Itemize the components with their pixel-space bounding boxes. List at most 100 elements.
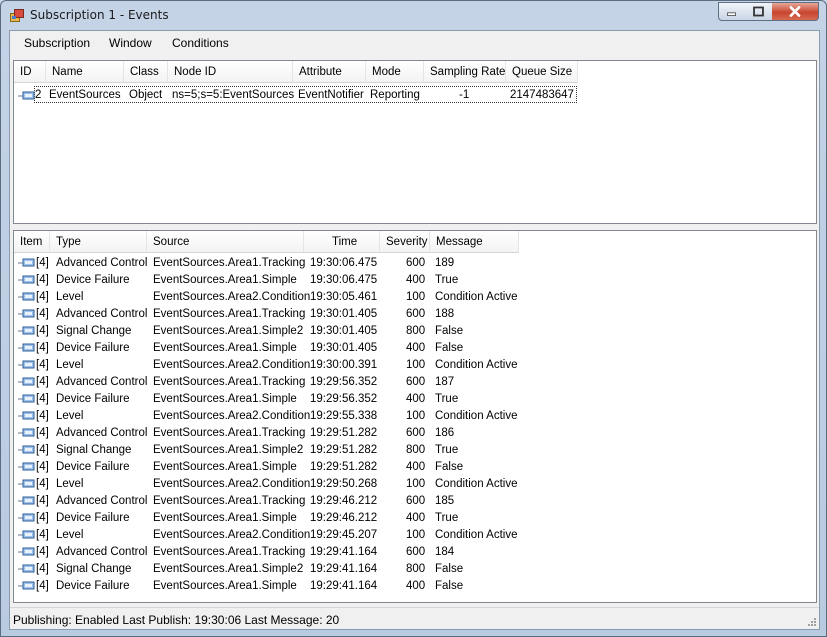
cell-item: [4] [36,580,49,592]
event-row[interactable]: [4] Signal Change EventSources.Area1.Simpl… [14,323,804,340]
cell-type: Advanced Control [56,495,148,507]
event-row[interactable]: [4] Device Failure EventSources.Area1.Simp… [14,391,804,408]
col-message[interactable]: Message [430,231,519,253]
events-list[interactable]: Item Type Source Time Severity Message [… [13,230,817,603]
cell-type: Signal Change [56,444,132,456]
cell-source: EventSources.Area2.Condition [153,359,311,371]
col-time[interactable]: Time [304,231,380,253]
window: Subscription 1 - Events Subscription Win… [0,0,827,637]
event-item-icon [18,343,35,352]
monitored-item-row[interactable]: 2 EventSources Object ns=5;s=5:EventSour… [34,86,577,103]
event-item-icon [18,360,35,369]
event-row[interactable]: [4] Level EventSources.Area2.Condition 19:3… [14,357,804,374]
cell-message: 189 [435,257,455,269]
cell-item: [4] [36,546,49,558]
monitored-items-list[interactable]: ID Name Class Node ID Attribute Mode Sam… [13,60,817,224]
cell-type: Signal Change [56,325,132,337]
cell-item: [4] [36,512,49,524]
event-item-icon [18,547,35,556]
event-row[interactable]: [4] Advanced Control EventSources.Area1.Tr… [14,306,804,323]
cell-message: False [435,342,464,354]
event-row[interactable]: [4] Advanced Control EventSources.Area1.Tr… [14,374,804,391]
cell-severity: 100 [406,478,426,490]
cell-time: 19:29:51.282 [310,444,378,456]
col-mode[interactable]: Mode [366,61,424,83]
col-source[interactable]: Source [147,231,304,253]
cell-message: 184 [435,546,455,558]
event-row[interactable]: [4] Level EventSources.Area2.Condition 19:3… [14,289,804,306]
event-row[interactable]: [4] Device Failure EventSources.Area1.Simp… [14,510,804,527]
cell-item: [4] [36,291,49,303]
cell-severity: 400 [406,393,426,405]
cell-item: [4] [36,444,49,456]
col-attribute[interactable]: Attribute [293,61,366,83]
event-row[interactable]: [4] Signal Change EventSources.Area1.Simpl… [14,442,804,459]
resize-grip-icon[interactable] [806,616,816,626]
maximize-button[interactable] [745,2,773,21]
event-row[interactable]: [4] Signal Change EventSources.Area1.Simpl… [14,561,804,578]
cell-message: True [435,274,459,286]
event-item-icon [18,411,35,420]
event-row[interactable]: [4] Advanced Control EventSources.Area1.Tr… [14,493,804,510]
event-item-icon [18,258,35,267]
cell-source: EventSources.Area1.Simple [153,342,297,354]
close-button[interactable] [772,2,819,21]
event-row[interactable]: [4] Device Failure EventSources.Area1.Simp… [14,459,804,476]
client-area: Subscription Window Conditions ID Name C… [9,30,820,630]
col-class[interactable]: Class [124,61,168,83]
cell-time: 19:29:55.338 [310,410,378,422]
cell-time: 19:29:41.164 [310,563,378,575]
event-item-icon [18,377,35,386]
cell-type: Advanced Control [56,427,148,439]
event-row[interactable]: [4] Advanced Control EventSources.Area1.Tr… [14,425,804,442]
col-id[interactable]: ID [14,61,46,83]
cell-item: [4] [36,342,49,354]
cell-time: 19:29:51.282 [310,461,378,473]
col-name[interactable]: Name [46,61,124,83]
cell-mode: Reporting [370,89,420,101]
col-item[interactable]: Item [14,231,50,253]
cell-type: Device Failure [56,393,130,405]
col-queue-size[interactable]: Queue Size [506,61,578,83]
menu-window[interactable]: Window [107,36,154,50]
cell-severity: 100 [406,359,426,371]
title-bar[interactable]: Subscription 1 - Events [1,1,826,29]
cell-item: [4] [36,410,49,422]
cell-time: 19:29:50.268 [310,478,378,490]
event-row[interactable]: [4] Device Failure EventSources.Area1.Simp… [14,272,804,289]
maximize-icon [753,6,764,17]
cell-type: Device Failure [56,580,130,592]
event-row[interactable]: [4] Advanced Control EventSources.Area1.Tr… [14,255,804,272]
minimize-icon [727,12,736,16]
cell-item: [4] [36,461,49,473]
menu-subscription[interactable]: Subscription [22,36,92,50]
event-row[interactable]: [4] Level EventSources.Area2.Condition 19:2… [14,476,804,493]
col-sampling-rate[interactable]: Sampling Rate [424,61,506,83]
cell-source: EventSources.Area1.Simple [153,580,297,592]
event-row[interactable]: [4] Device Failure EventSources.Area1.Simp… [14,340,804,357]
cell-severity: 600 [406,427,426,439]
cell-queue-size: 2147483647 [510,89,574,101]
event-row[interactable]: [4] Level EventSources.Area2.Condition 19:2… [14,408,804,425]
event-item-icon [18,428,35,437]
cell-attribute: EventNotifier [298,89,364,101]
menu-conditions[interactable]: Conditions [170,36,231,50]
event-row[interactable]: [4] Device Failure EventSources.Area1.Simp… [14,578,804,595]
cell-source: EventSources.Area1.Tracking [153,376,306,388]
event-item-icon [18,581,35,590]
cell-type: Device Failure [56,274,130,286]
col-node-id[interactable]: Node ID [168,61,293,83]
col-severity[interactable]: Severity [380,231,430,253]
col-type[interactable]: Type [50,231,147,253]
event-item-icon [18,445,35,454]
minimize-button[interactable] [718,2,746,21]
event-row[interactable]: [4] Advanced Control EventSources.Area1.Tr… [14,544,804,561]
cell-severity: 400 [406,580,426,592]
event-row[interactable]: [4] Level EventSources.Area2.Condition 19:2… [14,527,804,544]
cell-severity: 800 [406,325,426,337]
cell-severity: 100 [406,529,426,541]
cell-source: EventSources.Area1.Simple [153,274,297,286]
cell-message: 187 [435,376,455,388]
cell-name: EventSources [49,89,121,101]
cell-message: Condition Active [435,359,518,371]
